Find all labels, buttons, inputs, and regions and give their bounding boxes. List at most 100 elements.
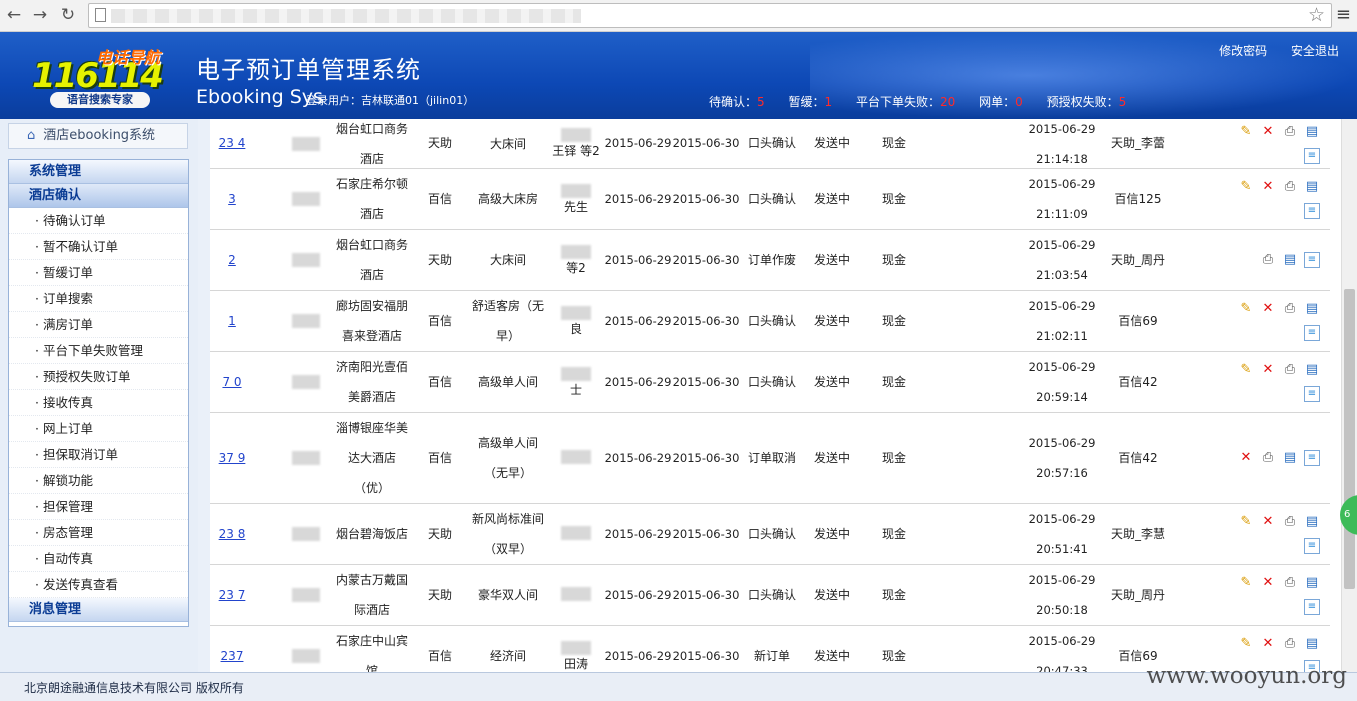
- note-icon[interactable]: ≡: [1304, 386, 1320, 402]
- payment-type: 现金: [881, 526, 906, 541]
- delete-icon[interactable]: ✕: [1238, 450, 1254, 466]
- sidebar-item-pending[interactable]: 待确认订单: [9, 208, 188, 234]
- print-icon[interactable]: ⎙: [1282, 636, 1298, 652]
- fax-icon[interactable]: ▤: [1304, 514, 1320, 530]
- print-icon[interactable]: ⎙: [1282, 514, 1298, 530]
- fax-icon[interactable]: ▤: [1282, 252, 1298, 268]
- preauth-fail-link[interactable]: 预授权失败：: [1047, 95, 1119, 109]
- fax-icon[interactable]: ▤: [1304, 362, 1320, 378]
- note-icon[interactable]: ≡: [1304, 147, 1320, 164]
- order-id-link[interactable]: 2: [210, 230, 254, 290]
- sidebar-item-unlock[interactable]: 解锁功能: [9, 468, 188, 494]
- sidebar-item-guarantee-cancel[interactable]: 担保取消订单: [9, 442, 188, 468]
- sidebar-item-platform-fail[interactable]: 平台下单失败管理: [9, 338, 188, 364]
- fax-icon[interactable]: ▤: [1304, 179, 1320, 195]
- sidebar-item-guarantee[interactable]: 担保管理: [9, 494, 188, 520]
- edit-icon[interactable]: ✎: [1238, 575, 1254, 591]
- guest-name-text: 先生: [563, 199, 588, 214]
- fax-icon[interactable]: ▤: [1304, 124, 1320, 140]
- vertical-scrollbar[interactable]: [1341, 119, 1357, 672]
- sidebar-item-full[interactable]: 满房订单: [9, 312, 188, 338]
- web-order-link[interactable]: 网单：: [979, 95, 1015, 109]
- print-icon[interactable]: ⎙: [1282, 124, 1298, 140]
- home-icon: ⌂: [27, 128, 36, 143]
- delete-icon[interactable]: ✕: [1260, 179, 1276, 195]
- note-icon[interactable]: ≡: [1304, 203, 1320, 219]
- scrollbar-thumb[interactable]: [1344, 289, 1355, 589]
- order-id-link[interactable]: 3: [210, 169, 254, 229]
- hotel-name: 石家庄希尔顿 酒店: [332, 169, 412, 229]
- sidebar-item-paused[interactable]: 暂缓订单: [9, 260, 188, 286]
- print-icon[interactable]: ⎙: [1282, 179, 1298, 195]
- sidebar-item-preauth-fail[interactable]: 预授权失败订单: [9, 364, 188, 390]
- edit-icon[interactable]: ✎: [1238, 362, 1254, 378]
- hotel-name: 济南阳光壹佰 美爵酒店: [332, 352, 412, 412]
- note-icon[interactable]: ≡: [1304, 325, 1320, 341]
- order-status: 口头确认: [747, 587, 796, 602]
- menu-group-system[interactable]: 系统管理: [9, 160, 188, 184]
- menu-group-hotel-confirm[interactable]: 酒店确认: [9, 184, 188, 208]
- delete-icon[interactable]: ✕: [1260, 301, 1276, 317]
- guest-name-text: 等2: [566, 260, 586, 275]
- hotel-name-line3: （优）: [353, 481, 390, 495]
- order-id-link[interactable]: 7 0: [210, 352, 254, 412]
- order-id-link[interactable]: 37 9: [210, 413, 254, 503]
- order-id-link[interactable]: 23 4: [210, 119, 254, 168]
- menu-group-message[interactable]: 消息管理: [9, 598, 188, 622]
- edit-icon[interactable]: ✎: [1238, 636, 1254, 652]
- fax-icon[interactable]: ▤: [1304, 301, 1320, 317]
- note-icon[interactable]: ≡: [1304, 599, 1320, 615]
- delete-icon[interactable]: ✕: [1260, 636, 1276, 652]
- sidebar-home[interactable]: ⌂ 酒店ebooking系统: [8, 123, 188, 149]
- edit-icon[interactable]: ✎: [1238, 301, 1254, 317]
- delete-icon[interactable]: ✕: [1260, 514, 1276, 530]
- checkin-date: 2015-06-29: [604, 313, 672, 328]
- edit-icon[interactable]: ✎: [1238, 124, 1254, 140]
- order-id-link[interactable]: 23 8: [210, 504, 254, 564]
- edit-icon[interactable]: ✎: [1238, 179, 1254, 195]
- paused-link[interactable]: 暂缓：: [788, 95, 824, 109]
- delete-icon[interactable]: ✕: [1260, 575, 1276, 591]
- order-id-link[interactable]: 23 7: [210, 565, 254, 625]
- order-id-link[interactable]: 237: [210, 626, 254, 672]
- browser-toolbar: ← → ↻ ☆ ≡: [0, 0, 1357, 32]
- bookmark-star-icon[interactable]: ☆: [1308, 4, 1325, 26]
- footer: 北京朗途融通信息技术有限公司 版权所有 www.wooyun.org: [0, 663, 1357, 701]
- back-icon[interactable]: ←: [4, 5, 24, 25]
- note-icon[interactable]: ≡: [1304, 538, 1320, 554]
- browser-menu-icon[interactable]: ≡: [1336, 4, 1351, 25]
- delete-icon[interactable]: ✕: [1260, 124, 1276, 140]
- fax-icon[interactable]: ▤: [1304, 575, 1320, 591]
- print-icon[interactable]: ⎙: [1282, 362, 1298, 378]
- print-icon[interactable]: ⎙: [1260, 450, 1276, 466]
- guest-name: [548, 565, 604, 625]
- sidebar-item-not-confirm[interactable]: 暂不确认订单: [9, 234, 188, 260]
- note-icon[interactable]: ≡: [1304, 450, 1320, 466]
- forward-icon[interactable]: →: [30, 5, 50, 25]
- reload-icon[interactable]: ↻: [58, 5, 78, 25]
- print-icon[interactable]: ⎙: [1282, 301, 1298, 317]
- fax-icon[interactable]: ▤: [1282, 450, 1298, 466]
- delete-icon[interactable]: ✕: [1260, 362, 1276, 378]
- operator: 天助_周丹: [1110, 252, 1165, 267]
- sidebar-item-room-status[interactable]: 房态管理: [9, 520, 188, 546]
- checkin-date: 2015-06-29: [604, 252, 672, 267]
- sidebar-item-sent-fax[interactable]: 发送传真查看: [9, 572, 188, 598]
- sidebar-item-auto-fax[interactable]: 自动传真: [9, 546, 188, 572]
- sidebar-item-search[interactable]: 订单搜索: [9, 286, 188, 312]
- print-icon[interactable]: ⎙: [1282, 575, 1298, 591]
- platform-fail-link[interactable]: 平台下单失败：: [856, 95, 940, 109]
- print-icon[interactable]: ⎙: [1260, 252, 1276, 268]
- edit-icon[interactable]: ✎: [1238, 514, 1254, 530]
- note-icon[interactable]: ≡: [1304, 252, 1320, 268]
- address-bar[interactable]: ☆: [88, 3, 1332, 28]
- table-row: 23 4 烟台虹口商务 酒店 天助 大床间 王铎 等2 2015-06-29 20…: [210, 119, 1330, 169]
- order-clock: 20:50:18: [1036, 603, 1088, 617]
- order-id-link[interactable]: 1: [210, 291, 254, 351]
- sidebar-item-web-order[interactable]: 网上订单: [9, 416, 188, 442]
- fax-icon[interactable]: ▤: [1304, 636, 1320, 652]
- change-password-link[interactable]: 修改密码: [1219, 44, 1267, 58]
- pending-link[interactable]: 待确认：: [709, 95, 757, 109]
- logout-link[interactable]: 安全退出: [1291, 44, 1339, 58]
- sidebar-item-receive-fax[interactable]: 接收传真: [9, 390, 188, 416]
